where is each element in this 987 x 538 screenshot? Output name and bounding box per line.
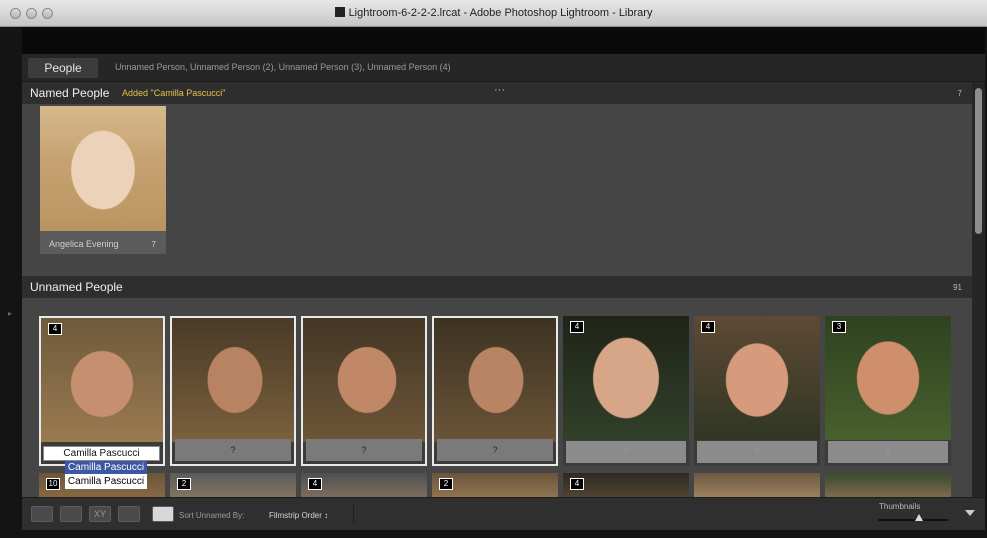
unnamed-face-card[interactable]: 4 — [301, 473, 427, 497]
scrollbar-thumb[interactable] — [975, 88, 982, 234]
unnamed-persons-list[interactable]: Unnamed Person, Unnamed Person (2), Unna… — [115, 62, 451, 72]
face-thumbnail — [825, 316, 951, 440]
named-people-header[interactable]: Named People Added "Camilla Pascucci" ··… — [22, 82, 972, 104]
person-face-thumbnail — [40, 106, 166, 231]
stack-count-badge: 4 — [48, 323, 62, 335]
unnamed-face-card[interactable]: 4 — [39, 316, 165, 466]
people-view-icon[interactable] — [152, 506, 174, 522]
vertical-scrollbar[interactable] — [972, 82, 985, 497]
unnamed-face-card[interactable]: ? — [301, 316, 427, 466]
unnamed-face-card[interactable] — [694, 473, 820, 497]
unnamed-face-card[interactable] — [825, 473, 951, 497]
lightroom-app-icon — [334, 7, 345, 17]
face-thumbnail — [434, 318, 556, 442]
face-name-label[interactable]: ? — [697, 441, 817, 463]
face-name-label[interactable]: ? — [306, 439, 422, 461]
face-name-label[interactable]: ? — [828, 441, 948, 463]
face-name-label[interactable]: ? — [437, 439, 553, 461]
unnamed-face-card[interactable]: 4 ? — [563, 316, 689, 466]
unnamed-face-card[interactable]: ? — [432, 316, 558, 466]
face-thumbnail — [172, 318, 294, 442]
unnamed-face-card[interactable]: 3 ? — [825, 316, 951, 466]
bottom-toolbar: XY Sort Unnamed By: Filmstrip Order ↕ Th… — [22, 497, 985, 530]
person-name: Angelica Evening — [49, 239, 119, 249]
window-title: Lightroom-6-2-2-2.lrcat - Adobe Photosho… — [0, 7, 987, 19]
toolbar-divider — [353, 504, 354, 524]
face-name-label[interactable]: ? — [566, 441, 686, 463]
named-people-title: Named People — [30, 86, 110, 100]
stack-count-badge: 10 — [46, 478, 60, 490]
compare-view-icon[interactable]: XY — [89, 506, 111, 522]
left-panel-collapsed: ▸ — [0, 27, 22, 538]
thumbnail-slider-knob[interactable] — [915, 514, 923, 521]
stack-count-badge: 3 — [832, 321, 846, 333]
loupe-view-icon[interactable] — [60, 506, 82, 522]
stack-count-badge: 4 — [570, 478, 584, 490]
name-suggestion-item[interactable]: Camilla Pascucci — [65, 474, 147, 489]
unnamed-people-header[interactable]: Unnamed People 91 — [22, 276, 972, 298]
left-panel-toggle-icon[interactable]: ▸ — [8, 309, 14, 318]
face-thumbnail — [694, 316, 820, 440]
unnamed-face-card[interactable]: 2 — [170, 473, 296, 497]
people-view: Named People Added "Camilla Pascucci" ··… — [22, 82, 972, 497]
thumbnails-label: Thumbnails — [879, 502, 921, 511]
added-person-message: Added "Camilla Pascucci" — [122, 88, 226, 98]
face-thumbnail — [563, 316, 689, 440]
stack-count-badge: 2 — [439, 478, 453, 490]
named-person-card[interactable]: Angelica Evening 7 — [40, 106, 166, 254]
window-title-bar: Lightroom-6-2-2-2.lrcat - Adobe Photosho… — [0, 0, 987, 27]
person-name-input[interactable]: Camilla Pascucci — [43, 446, 160, 461]
face-name-label[interactable]: ? — [175, 439, 291, 461]
face-thumbnail — [41, 318, 163, 442]
people-header: People Unnamed Person, Unnamed Person (2… — [22, 54, 985, 82]
person-photo-count: 7 — [151, 240, 156, 249]
stack-count-badge: 4 — [701, 321, 715, 333]
stack-count-badge: 4 — [570, 321, 584, 333]
toolbar-menu-chevron-down-icon[interactable] — [965, 510, 975, 516]
unnamed-face-card[interactable]: 4 — [563, 473, 689, 497]
name-suggestion-item[interactable]: Camilla Pascucci — [65, 461, 147, 474]
unnamed-face-card[interactable]: 4 ? — [694, 316, 820, 466]
stack-count-badge: 4 — [308, 478, 322, 490]
people-tab[interactable]: People — [28, 58, 98, 78]
stack-count-badge: 2 — [177, 478, 191, 490]
bottom-frame — [0, 530, 987, 538]
face-thumbnail — [303, 318, 425, 442]
named-people-count: 7 — [957, 89, 962, 98]
section-divider-dots-icon[interactable]: ··· — [494, 84, 505, 96]
survey-view-icon[interactable] — [118, 506, 140, 522]
sort-order-select[interactable]: Filmstrip Order ↕ — [269, 511, 328, 520]
unnamed-people-title: Unnamed People — [30, 280, 123, 294]
thumbnail-size-slider[interactable] — [878, 519, 948, 521]
unnamed-people-count: 91 — [953, 283, 962, 292]
unnamed-face-card[interactable]: 2 — [432, 473, 558, 497]
sort-label: Sort Unnamed By: — [179, 511, 245, 520]
unnamed-face-card[interactable]: ? — [170, 316, 296, 466]
module-top-strip — [22, 27, 985, 54]
grid-view-icon[interactable] — [31, 506, 53, 522]
